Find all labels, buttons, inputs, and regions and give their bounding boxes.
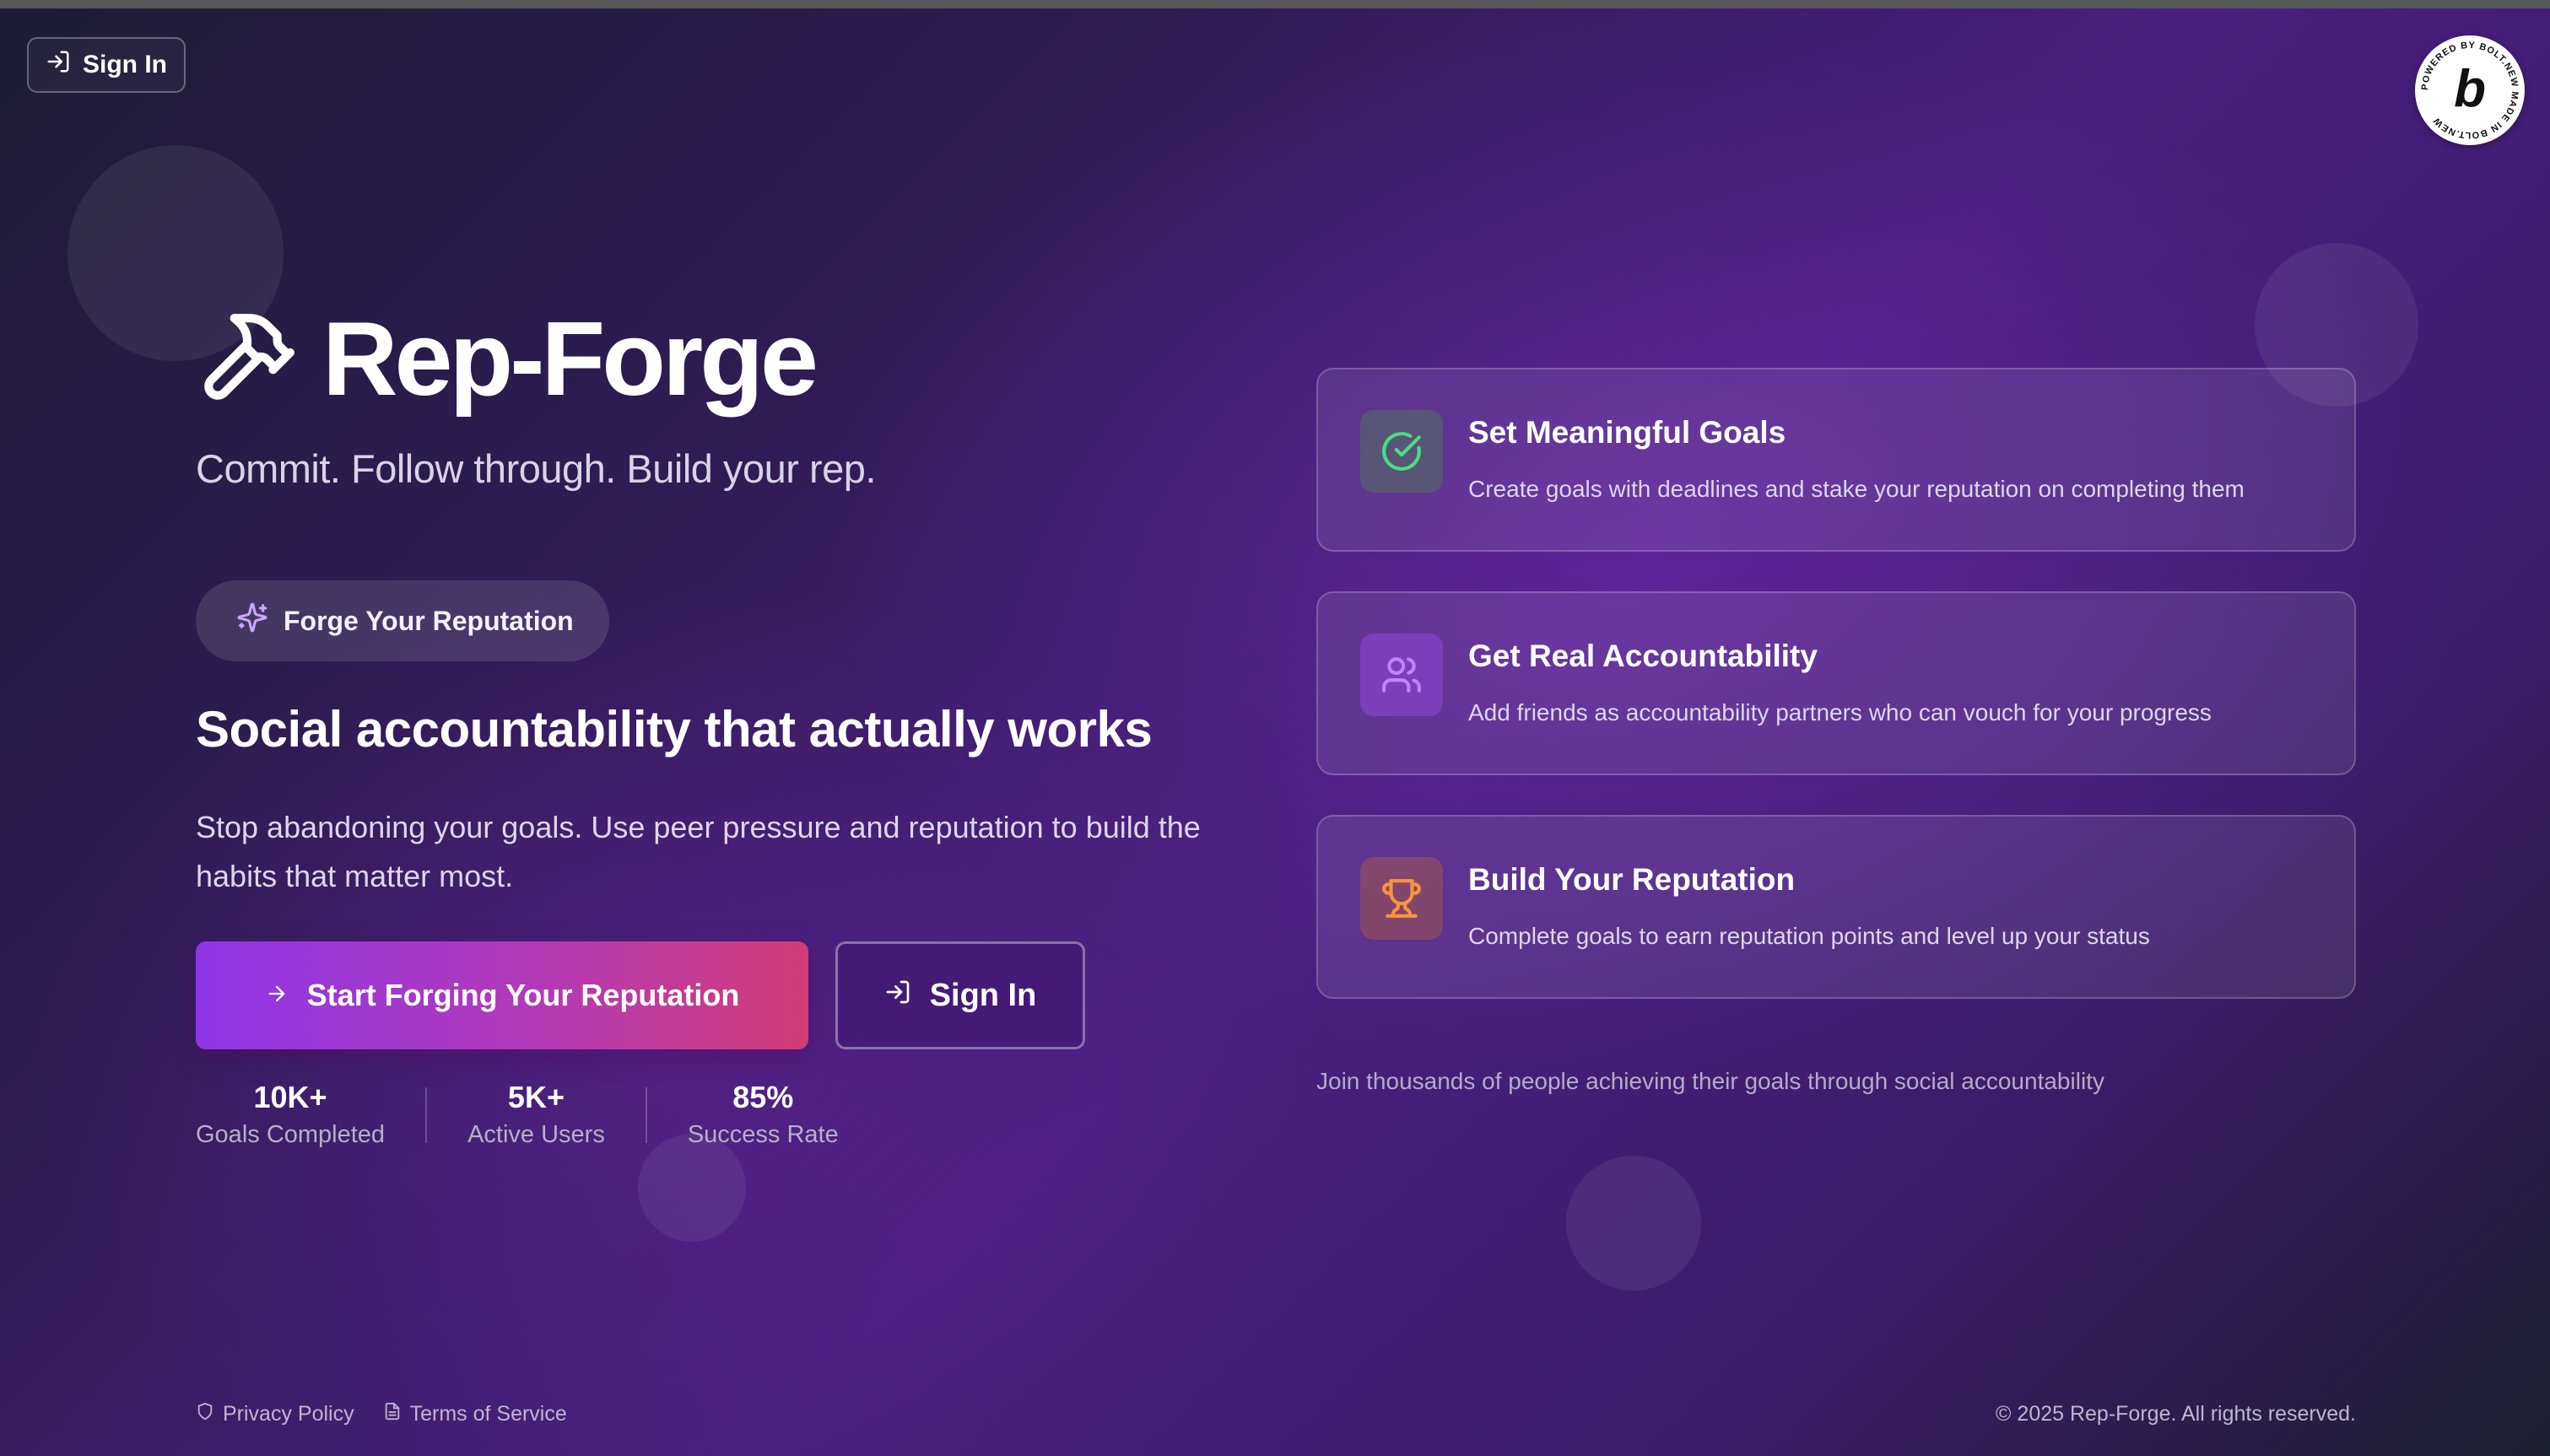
- browser-top-edge: [0, 0, 2550, 8]
- join-text: Join thousands of people achieving their…: [1316, 1068, 2104, 1094]
- headline: Social accountability that actually work…: [196, 701, 1153, 758]
- hammer-icon: [196, 305, 299, 413]
- hero-title-row: Rep-Forge: [196, 300, 818, 418]
- sign-in-icon: [46, 49, 71, 81]
- stat-divider: [425, 1087, 428, 1143]
- stat-goals-completed: 10K+ Goals Completed: [196, 1078, 385, 1152]
- stat-label: Success Rate: [687, 1121, 839, 1148]
- feature-title: Build Your Reputation: [1468, 862, 1796, 897]
- app-title: Rep-Forge: [322, 300, 818, 418]
- decorative-circle: [1566, 1156, 1701, 1291]
- hero-sign-in-label: Sign In: [929, 977, 1037, 1013]
- sign-in-icon: [884, 978, 911, 1014]
- header-sign-in-label: Sign In: [83, 51, 167, 78]
- feature-title: Set Meaningful Goals: [1468, 415, 1786, 450]
- file-text-icon: [383, 1402, 402, 1426]
- feature-description: Add friends as accountability partners w…: [1468, 699, 2212, 725]
- stat-value: 10K+: [253, 1080, 327, 1114]
- bolt-badge-logo: POWERED BY BOLT.NEW MADE IN BOLT.NEW b: [2420, 40, 2519, 140]
- footer-links: Privacy Policy Terms of Service: [196, 1402, 567, 1426]
- privacy-policy-link[interactable]: Privacy Policy: [196, 1402, 354, 1426]
- forge-reputation-pill: Forge Your Reputation: [196, 580, 609, 661]
- tagline: Commit. Follow through. Build your rep.: [196, 446, 876, 491]
- feature-card-accountability: Get Real Accountability Add friends as a…: [1316, 591, 2356, 775]
- terms-of-service-link[interactable]: Terms of Service: [383, 1402, 567, 1426]
- svg-text:b: b: [2454, 60, 2486, 118]
- feature-card-goals: Set Meaningful Goals Create goals with d…: [1316, 368, 2356, 552]
- stat-label: Goals Completed: [196, 1121, 386, 1148]
- stat-value: 85%: [732, 1080, 794, 1114]
- pill-label: Forge Your Reputation: [284, 605, 574, 636]
- sparkles-icon: [236, 601, 268, 640]
- copyright: © 2025 Rep-Forge. All rights reserved.: [1996, 1402, 2356, 1426]
- privacy-policy-label: Privacy Policy: [223, 1402, 354, 1426]
- terms-of-service-label: Terms of Service: [409, 1402, 567, 1426]
- users-icon: [1360, 634, 1443, 716]
- arrow-right-icon: [265, 978, 289, 1013]
- hero-description: Stop abandoning your goals. Use peer pre…: [196, 810, 1201, 893]
- shield-icon: [196, 1402, 214, 1426]
- start-forging-button[interactable]: Start Forging Your Reputation: [196, 941, 808, 1049]
- stat-value: 5K+: [507, 1080, 565, 1114]
- hero-sign-in-button[interactable]: Sign In: [835, 941, 1085, 1049]
- stat-divider: [645, 1087, 647, 1143]
- feature-description: Create goals with deadlines and stake yo…: [1468, 476, 2245, 502]
- stat-success-rate: 85% Success Rate: [688, 1078, 839, 1152]
- bolt-badge[interactable]: POWERED BY BOLT.NEW MADE IN BOLT.NEW b: [2415, 35, 2525, 145]
- feature-card-reputation: Build Your Reputation Complete goals to …: [1316, 815, 2356, 999]
- feature-title: Get Real Accountability: [1468, 639, 1818, 673]
- start-forging-label: Start Forging Your Reputation: [306, 978, 740, 1012]
- check-circle-icon: [1360, 410, 1443, 493]
- stats-row: 10K+ Goals Completed 5K+ Active Users 85…: [196, 1078, 839, 1152]
- stat-label: Active Users: [467, 1121, 605, 1148]
- header-sign-in-button[interactable]: Sign In: [27, 37, 186, 93]
- stat-active-users: 5K+ Active Users: [467, 1078, 605, 1152]
- feature-description: Complete goals to earn reputation points…: [1468, 923, 2150, 949]
- trophy-icon: [1360, 857, 1443, 940]
